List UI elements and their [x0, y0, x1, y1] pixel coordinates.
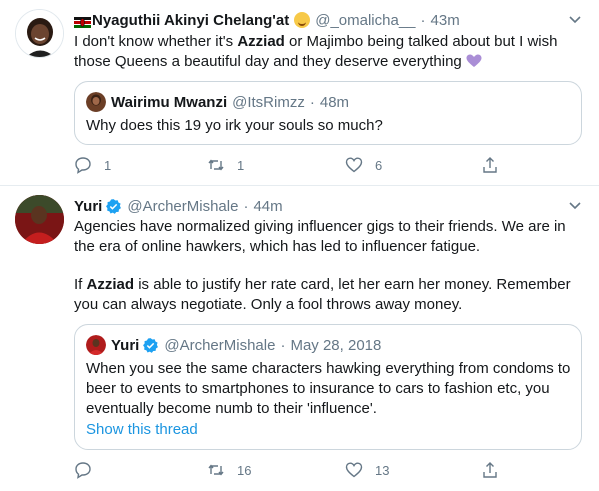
reply-icon: [75, 462, 91, 479]
retweet-button[interactable]: 1: [207, 156, 244, 174]
quoted-timestamp: May 28, 2018: [290, 336, 382, 354]
quoted-author-handle: @ItsRimzz: [232, 93, 305, 111]
share-icon: [483, 462, 497, 478]
quoted-author-name: Yuri: [111, 336, 140, 354]
tweet-text-bold: Azziad: [86, 276, 135, 293]
avatar[interactable]: [15, 9, 64, 58]
separator: ·: [243, 197, 249, 215]
tweet-actions: 1 1 6: [74, 156, 514, 176]
tweet-text-part: If: [74, 276, 87, 293]
verified-badge-icon: [106, 198, 122, 214]
reply-button[interactable]: [74, 461, 104, 479]
quoted-tweet-text: When you see the same characters hawking…: [86, 360, 571, 417]
like-count: 6: [375, 157, 383, 173]
separator: ·: [280, 336, 286, 354]
retweet-icon: [208, 464, 224, 476]
like-count: 13: [375, 462, 390, 478]
like-icon: [345, 462, 363, 478]
tweet-header: Yuri @ArcherMishale · 44m: [74, 196, 283, 216]
verified-badge-icon: [143, 337, 159, 353]
purple-heart-icon: [466, 54, 482, 67]
quoted-author-handle: @ArcherMishale: [164, 336, 276, 354]
tweet[interactable]: Yuri @ArcherMishale · 44m Agencies have …: [0, 186, 599, 491]
avatar: [86, 92, 106, 112]
tweet-header: Nyaguthii Akinyi Chelang'at @_omalicha__…: [74, 10, 460, 30]
timestamp[interactable]: 44m: [253, 198, 282, 215]
tweet-text-paragraph: If Azziad is able to justify her rate ca…: [74, 275, 574, 315]
author-name[interactable]: Nyaguthii Akinyi Chelang'at: [92, 12, 289, 29]
author-name[interactable]: Yuri: [74, 198, 102, 215]
kenya-flag-icon: [74, 15, 91, 28]
tweet-text-part: I don't know whether it's: [74, 33, 238, 50]
smiling-face-icon: [294, 12, 311, 28]
quoted-tweet-header: Yuri @ArcherMishale · May 28, 2018: [86, 335, 381, 355]
tweet-text: I don't know whether it's Azziad or Maji…: [74, 32, 574, 72]
chevron-down-icon[interactable]: [568, 198, 582, 212]
reply-icon: [75, 157, 91, 174]
quoted-timestamp: 48m: [319, 93, 350, 111]
like-button[interactable]: 13: [345, 461, 389, 479]
separator: ·: [309, 93, 315, 111]
author-handle[interactable]: @_omalicha__: [315, 12, 415, 29]
quoted-author-name: Wairimu Mwanzi: [111, 93, 228, 111]
tweet-text-bold: Azziad: [237, 33, 285, 50]
share-icon: [483, 157, 497, 173]
timestamp[interactable]: 43m: [431, 12, 460, 29]
retweet-count: 1: [237, 157, 245, 173]
tweet-text-paragraph: Agencies have normalized giving influenc…: [74, 218, 566, 255]
share-button[interactable]: [481, 156, 499, 174]
separator: ·: [420, 11, 426, 29]
quoted-tweet-text: Why does this 19 yo irk your souls so mu…: [86, 117, 383, 134]
like-button[interactable]: 6: [345, 156, 382, 174]
avatar[interactable]: [15, 195, 64, 244]
reply-button[interactable]: 1: [74, 156, 111, 174]
tweet[interactable]: Nyaguthii Akinyi Chelang'at @_omalicha__…: [0, 0, 599, 186]
share-button[interactable]: [481, 461, 499, 479]
retweet-button[interactable]: 16: [207, 461, 251, 479]
tweet-actions: 16 13: [74, 461, 514, 481]
quoted-tweet[interactable]: Yuri @ArcherMishale · May 28, 2018 When …: [74, 324, 582, 450]
retweet-icon: [208, 159, 224, 171]
chevron-down-icon[interactable]: [568, 12, 582, 26]
quoted-tweet[interactable]: Wairimu Mwanzi @ItsRimzz · 48m Why does …: [74, 81, 582, 145]
like-icon: [345, 157, 363, 173]
author-handle[interactable]: @ArcherMishale: [127, 198, 238, 215]
reply-count: 1: [104, 157, 112, 173]
show-thread-link[interactable]: Show this thread: [86, 421, 198, 438]
retweet-count: 16: [237, 462, 252, 478]
avatar: [86, 335, 106, 355]
quoted-tweet-header: Wairimu Mwanzi @ItsRimzz · 48m: [86, 92, 349, 112]
tweet-text-part: is able to justify her rate card, let he…: [74, 276, 571, 313]
